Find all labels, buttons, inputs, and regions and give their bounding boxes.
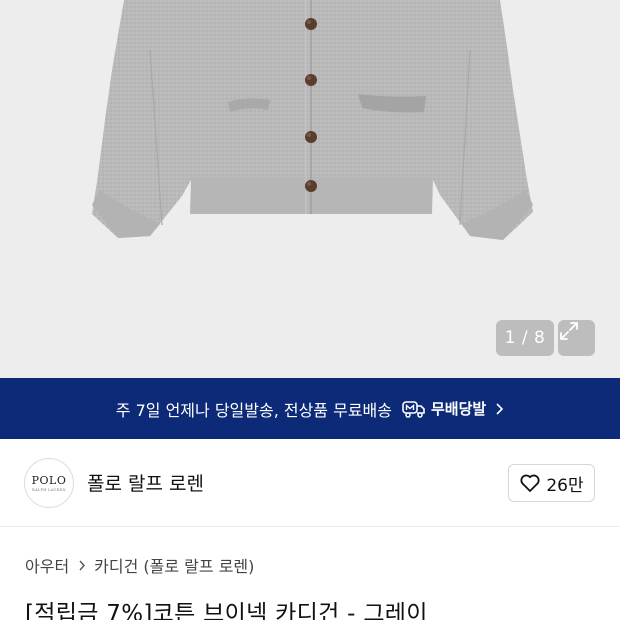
product-image-gallery[interactable]: 1 / 8 bbox=[0, 0, 620, 378]
delivery-truck-icon bbox=[402, 400, 426, 418]
breadcrumb-item-cardigan[interactable]: 카디건 (폴로 랄프 로렌) bbox=[94, 553, 254, 577]
chevron-right-icon bbox=[78, 559, 86, 572]
brand-row: POLO RALPH LAUREN 폴로 랄프 로렌 26만 bbox=[0, 439, 620, 527]
shipping-brand-label: 무배당발 bbox=[431, 400, 487, 418]
shipping-text: 주 7일 언제나 당일발송, 전상품 무료배송 bbox=[115, 400, 392, 420]
brand-logo[interactable]: POLO RALPH LAUREN bbox=[24, 458, 74, 508]
like-button[interactable]: 26만 bbox=[508, 464, 595, 502]
logo-wordmark: POLO bbox=[31, 473, 67, 487]
expand-icon bbox=[560, 322, 578, 340]
breadcrumb: 아우터 카디건 (폴로 랄프 로렌) bbox=[25, 553, 254, 577]
heart-icon bbox=[520, 474, 540, 492]
logo-subtext: RALPH LAUREN bbox=[32, 487, 66, 492]
shipping-banner[interactable]: 주 7일 언제나 당일발송, 전상품 무료배송 무배당발 bbox=[0, 378, 620, 439]
brand-name-link[interactable]: 폴로 랄프 로렌 bbox=[87, 469, 204, 496]
expand-button[interactable] bbox=[558, 320, 595, 356]
like-count: 26만 bbox=[546, 475, 584, 496]
image-counter: 1 / 8 bbox=[496, 320, 554, 356]
chevron-right-icon bbox=[494, 402, 504, 416]
breadcrumb-item-outer[interactable]: 아우터 bbox=[25, 553, 69, 577]
product-title: [적립금 7%]코튼 브이넥 카디건 - 그레이 bbox=[25, 601, 428, 620]
